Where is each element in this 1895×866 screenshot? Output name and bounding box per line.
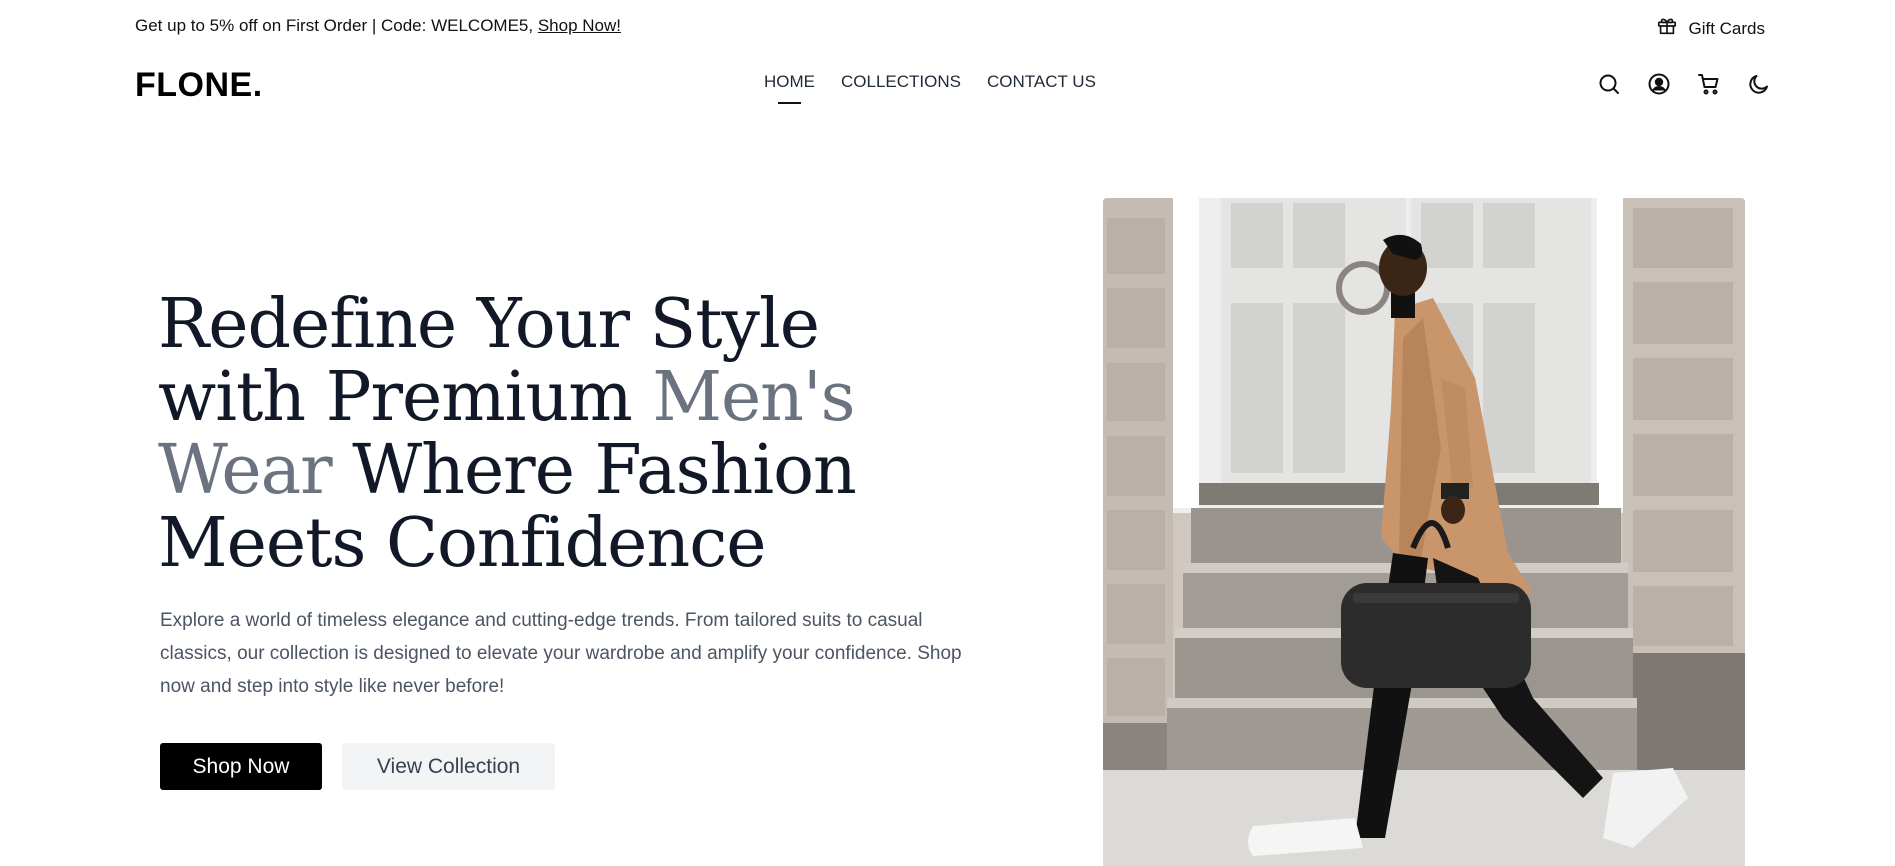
- promo-text: Get up to 5% off on First Order | Code: …: [135, 16, 621, 36]
- hero-description: Explore a world of timeless elegance and…: [160, 610, 962, 697]
- promo-message: Get up to 5% off on First Order | Code: …: [135, 16, 534, 35]
- gift-icon: [1656, 15, 1678, 42]
- announcement-bar: Get up to 5% off on First Order | Code: …: [0, 0, 1895, 54]
- gift-cards-label: Gift Cards: [1688, 18, 1765, 38]
- gift-cards-link[interactable]: Gift Cards: [1656, 15, 1765, 42]
- shop-now-button[interactable]: Shop Now: [160, 743, 322, 790]
- promo-shop-now-link[interactable]: Shop Now!: [538, 16, 621, 35]
- nav-home[interactable]: HOME: [764, 72, 815, 104]
- hero-image: [1103, 198, 1745, 866]
- brand-logo[interactable]: FLONE.: [135, 66, 263, 105]
- header-actions: [1597, 72, 1771, 96]
- nav-contact-us[interactable]: CONTACT US: [987, 72, 1096, 102]
- moon-icon[interactable]: [1747, 72, 1771, 96]
- cart-icon[interactable]: [1697, 72, 1721, 96]
- hero-title: Redefine Your Style with Premium Men's W…: [158, 288, 978, 580]
- view-collection-button[interactable]: View Collection: [342, 743, 555, 790]
- search-icon[interactable]: [1597, 72, 1621, 96]
- main-nav: HOME COLLECTIONS CONTACT US: [764, 72, 1096, 104]
- nav-collections[interactable]: COLLECTIONS: [841, 72, 961, 102]
- user-icon[interactable]: [1647, 72, 1671, 96]
